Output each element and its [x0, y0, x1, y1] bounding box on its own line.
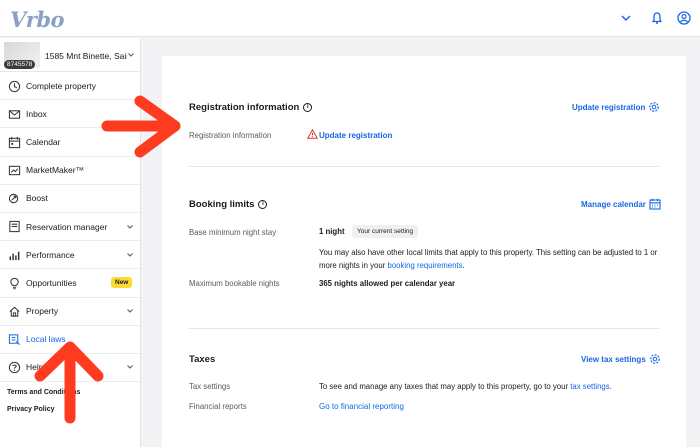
sidebar-item-opportunities[interactable]: Opportunities New: [0, 269, 140, 298]
warning-icon: [307, 129, 318, 139]
sidebar-item-label: Complete property: [26, 80, 96, 91]
sidebar-item-marketmaker[interactable]: MarketMaker™: [0, 157, 140, 185]
manage-calendar-link[interactable]: Manage calendar: [581, 200, 646, 209]
account-icon[interactable]: [676, 10, 692, 26]
sidebar-item-label: Reservation manager: [26, 221, 108, 232]
property-id-badge: 8745578: [4, 60, 36, 69]
tax-settings-text-end: .: [609, 382, 612, 391]
update-registration-link[interactable]: Update registration: [319, 131, 392, 140]
privacy-link[interactable]: Privacy Policy: [7, 406, 54, 413]
current-setting-chip: Your current setting: [352, 225, 419, 238]
sidebar-item-calendar[interactable]: Calendar: [0, 128, 140, 157]
new-badge: New: [111, 277, 133, 289]
sidebar-item-label: Help: [26, 362, 44, 373]
property-name: 1585 Mnt Binette, Sair: [45, 51, 127, 61]
financial-reporting-link[interactable]: Go to financial reporting: [319, 402, 404, 411]
sidebar-item-local-laws[interactable]: Local laws: [0, 326, 140, 354]
chevron-down-icon: [127, 309, 133, 313]
boost-icon: [7, 192, 21, 206]
max-nights-label: Maximum bookable nights: [189, 279, 280, 288]
registration-title: Registration information i: [189, 102, 313, 113]
sidebar-item-complete-property[interactable]: Complete property: [0, 72, 140, 101]
update-registration-header-link[interactable]: Update registration: [572, 103, 645, 112]
sidebar-item-performance[interactable]: Performance: [0, 241, 140, 270]
divider: [189, 328, 659, 329]
sidebar-item-boost[interactable]: Boost: [0, 185, 140, 213]
top-bar: Vrbo: [0, 0, 700, 37]
sidebar-item-help[interactable]: Help: [0, 354, 140, 383]
sidebar-item-label: Boost: [26, 193, 48, 204]
gear-icon[interactable]: [649, 353, 661, 365]
calendar-icon: [7, 135, 21, 149]
divider: [189, 166, 659, 167]
gear-icon[interactable]: [648, 101, 660, 113]
gavel-icon: [7, 333, 21, 347]
main-content: Registration information i Update registr…: [162, 56, 686, 447]
sidebar-item-property[interactable]: Property: [0, 298, 140, 326]
booking-note-end: .: [462, 261, 465, 270]
tax-settings-text-body: To see and manage any taxes that may app…: [319, 382, 571, 391]
property-selector[interactable]: 8745578 1585 Mnt Binette, Sair: [0, 38, 140, 72]
lightbulb-icon: [7, 276, 21, 290]
sidebar-item-inbox[interactable]: Inbox: [0, 100, 140, 129]
sidebar-item-label: Property: [26, 306, 59, 317]
booking-title-text: Booking limits: [189, 199, 255, 210]
max-nights-value: 365 nights allowed per calendar year: [319, 279, 456, 288]
booking-note-text: You may also have other local limits tha…: [319, 248, 658, 270]
sidebar-item-reservation-manager[interactable]: Reservation manager: [0, 213, 140, 242]
chevron-down-icon: [127, 224, 133, 229]
sidebar-item-label: Local laws: [26, 334, 66, 345]
tax-settings-label: Tax settings: [189, 382, 231, 391]
info-icon[interactable]: i: [303, 102, 313, 112]
chart-card-icon: [7, 164, 21, 178]
bell-icon[interactable]: [649, 10, 665, 26]
tax-settings-link[interactable]: tax settings: [570, 382, 609, 391]
min-stay-value: 1 night: [319, 227, 345, 236]
min-stay-label: Base minimum night stay: [189, 228, 277, 237]
calendar-icon[interactable]: [649, 198, 661, 210]
booking-requirements-link[interactable]: booking requirements: [387, 261, 462, 270]
booking-note: You may also have other local limits tha…: [319, 246, 659, 272]
chevron-down-icon: [128, 53, 134, 57]
sidebar-item-label: Inbox: [26, 108, 47, 119]
vrbo-logo[interactable]: Vrbo: [10, 7, 65, 32]
bar-chart-icon: [7, 248, 21, 262]
house-icon: [7, 305, 21, 319]
registration-title-text: Registration information: [189, 102, 300, 113]
sidebar-item-label: Performance: [26, 249, 75, 260]
sidebar-item-label: Calendar: [26, 136, 61, 147]
tax-settings-text: To see and manage any taxes that may app…: [319, 382, 612, 391]
progress-icon: [7, 79, 21, 93]
sidebar-item-label: MarketMaker™: [26, 165, 85, 176]
view-tax-settings-link[interactable]: View tax settings: [581, 355, 646, 364]
mail-icon: [7, 107, 21, 121]
terms-link[interactable]: Terms and Conditions: [7, 389, 80, 396]
info-icon[interactable]: i: [258, 199, 268, 209]
taxes-title: Taxes: [189, 354, 216, 365]
chevron-down-icon: [127, 252, 133, 257]
chevron-down-icon: [127, 365, 133, 370]
registration-row-label: Registration information: [189, 131, 272, 140]
reservation-icon: [7, 220, 21, 234]
chevron-down-icon[interactable]: [618, 10, 634, 26]
sidebar-item-label: Opportunities: [26, 277, 77, 288]
help-icon: [7, 361, 21, 375]
booking-limits-title: Booking limits i: [189, 199, 268, 210]
financial-reports-label: Financial reports: [189, 402, 247, 411]
sidebar: 8745578 1585 Mnt Binette, Sair Complete …: [0, 38, 141, 447]
